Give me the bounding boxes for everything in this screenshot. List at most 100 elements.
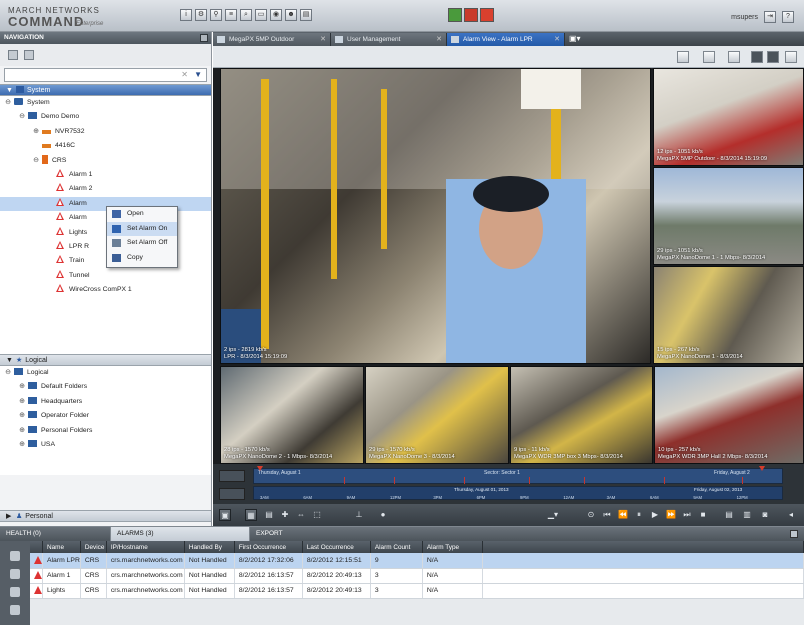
column-header[interactable]: Name xyxy=(42,541,81,553)
logout-icon[interactable]: ⇥ xyxy=(764,11,776,23)
dismiss-icon[interactable] xyxy=(10,587,20,597)
tree-node[interactable]: ⊕ Operator Folder xyxy=(0,409,211,423)
alarm-red-icon[interactable] xyxy=(480,8,494,22)
context-menu-item[interactable]: Set Alarm Off xyxy=(107,236,177,251)
collapse-icon[interactable]: ⊖ xyxy=(4,96,12,110)
timeline-zoom-control[interactable] xyxy=(219,470,245,482)
context-menu-item[interactable]: Open xyxy=(107,207,177,222)
play-icon[interactable]: ▶ xyxy=(649,509,661,521)
fullscreen-icon[interactable] xyxy=(767,51,779,63)
camera-tile[interactable]: 10 ips - 257 kb/s MegaPX WDR 3MP Hall 2 M… xyxy=(654,366,804,464)
edit-icon[interactable] xyxy=(24,50,34,60)
tree-node[interactable]: ⊕ Headquarters xyxy=(0,395,211,409)
expand-icon[interactable]: ⊕ xyxy=(18,438,26,452)
camera-tile[interactable]: 28 ips - 1570 kb/s MegaPX NanoDome 2 - 1 … xyxy=(220,366,364,464)
help-icon[interactable]: ? xyxy=(782,11,794,23)
table-row[interactable]: Alarm 1 CRS crs.marchnetworks.com Not Handl… xyxy=(30,568,804,584)
resize-icon[interactable]: ⬚ xyxy=(311,509,323,521)
column-header[interactable]: Alarm Count xyxy=(370,541,423,553)
search-icon[interactable]: ⌕ xyxy=(240,9,252,21)
audio-icon[interactable]: ⊥ xyxy=(353,509,365,521)
tree-node[interactable]: Alarm 2 xyxy=(0,182,211,196)
handle-icon[interactable] xyxy=(10,569,20,579)
notification-red-icon[interactable] xyxy=(464,8,478,22)
add-tab-button[interactable]: ▣▾ xyxy=(569,34,589,44)
camera-icon[interactable]: ◉ xyxy=(270,9,282,21)
tree-node[interactable]: ⊕ Personal Folders xyxy=(0,424,211,438)
list-icon[interactable]: ≡ xyxy=(225,9,237,21)
tree-node[interactable]: ⊖ Logical xyxy=(0,366,211,380)
collapse-icon[interactable]: ⊖ xyxy=(18,110,26,124)
tab-alarms[interactable]: ALARMS (3) xyxy=(110,527,250,541)
close-icon[interactable]: ✕ xyxy=(554,33,560,46)
tab-export[interactable]: EXPORT xyxy=(250,527,350,541)
tab-health[interactable]: HEALTH (0) xyxy=(0,527,110,541)
tree-node[interactable]: ⊕ Default Folders xyxy=(0,380,211,394)
record-icon[interactable]: ● xyxy=(377,509,389,521)
tree-node[interactable]: Alarm 1 xyxy=(0,168,211,182)
tools-icon[interactable] xyxy=(703,51,715,63)
tree-node[interactable]: WireCross ComPX 1 xyxy=(0,283,211,297)
settings-icon[interactable] xyxy=(785,51,797,63)
expand-icon[interactable]: ⊕ xyxy=(18,424,26,438)
column-header[interactable]: Handled By xyxy=(184,541,235,553)
personal-section-header[interactable]: ▶ ♟ Personal xyxy=(0,510,211,522)
volume-icon[interactable]: ◂ xyxy=(785,509,797,521)
tree-node[interactable]: ⊕ USA xyxy=(0,438,211,452)
context-menu-item[interactable]: Set Alarm On xyxy=(107,221,177,236)
snapshot-icon[interactable]: ▣ xyxy=(219,509,231,521)
pause-icon[interactable]: ⏸ xyxy=(633,509,645,521)
sync-icon[interactable]: ⊙ xyxy=(585,509,597,521)
expand-icon[interactable]: ⊕ xyxy=(18,409,26,423)
layout-icon[interactable] xyxy=(677,51,689,63)
tree-node[interactable]: Tunnel xyxy=(0,269,211,283)
collapse-icon[interactable]: ▼ xyxy=(6,355,16,366)
filter-icon[interactable]: ▼ xyxy=(194,70,202,79)
camera-tile[interactable]: 9 ips - 11 kb/s MegaPX WDR 3MP box 3 Mbps… xyxy=(510,366,653,464)
speed-slider[interactable]: ▁▾ xyxy=(547,509,559,521)
context-menu-item[interactable]: Copy xyxy=(107,251,177,266)
camera-tile-main[interactable]: 2 ips - 2819 kb/s LPR - 8/3/2014 15:19:09 xyxy=(220,68,651,364)
camera-snapshot-icon[interactable]: ◙ xyxy=(759,509,771,521)
expand-icon[interactable]: ⊕ xyxy=(18,380,26,394)
camera-tile[interactable]: 29 ips - 1051 kb/s MegaPX NanoDome 1 - 1 … xyxy=(653,167,804,265)
acknowledge-icon[interactable] xyxy=(10,551,20,561)
column-header[interactable]: Device xyxy=(80,541,107,553)
timeline-end-marker[interactable] xyxy=(759,466,765,471)
expand-icon[interactable]: ▶ xyxy=(6,511,16,522)
logical-section-header[interactable]: ▼ ★ Logical xyxy=(0,354,211,366)
bookmark-icon[interactable]: ▥ xyxy=(741,509,753,521)
expand-icon[interactable]: ⊕ xyxy=(32,125,40,139)
camera-tile[interactable]: 12 ips - 1051 kb/s MegaPX 5MP Outdoor - 8… xyxy=(653,68,804,166)
clear-icon[interactable]: ✕ xyxy=(181,70,188,79)
gear-icon[interactable]: ⚙ xyxy=(195,9,207,21)
export-icon[interactable]: ▤ xyxy=(723,509,735,521)
tree-node[interactable]: ⊕ NVR7532 xyxy=(0,125,211,139)
timeline-range-control[interactable] xyxy=(219,488,245,500)
new-item-icon[interactable] xyxy=(8,50,18,60)
column-header[interactable] xyxy=(30,541,43,553)
panel-close-icon[interactable] xyxy=(790,530,798,538)
camera-tile[interactable]: 29 ips - 1570 kb/s MegaPX NanoDome 3 - 8/… xyxy=(365,366,509,464)
camera-tile[interactable]: 15 ips - 267 kb/s MegaPX NanoDome 1 - 8/3… xyxy=(653,266,804,364)
skip-start-icon[interactable]: ⏮ xyxy=(601,509,613,521)
rewind-icon[interactable]: ⏪ xyxy=(617,509,629,521)
tab-user-management[interactable]: User Management ✕ xyxy=(331,33,447,46)
panel-pin-icon[interactable] xyxy=(200,34,208,42)
refresh-icon[interactable] xyxy=(10,605,20,615)
table-row[interactable]: Lights CRS crs.marchnetworks.com Not Handle… xyxy=(30,583,804,599)
users-icon[interactable]: ☻ xyxy=(285,9,297,21)
fast-forward-icon[interactable]: ⏩ xyxy=(665,509,677,521)
table-row[interactable]: Alarm LPR CRS crs.marchnetworks.com Not Han… xyxy=(30,553,804,569)
tree-node[interactable]: ⊖ CRS xyxy=(0,154,211,168)
collapse-icon[interactable]: ▼ xyxy=(6,85,16,96)
column-header[interactable]: Alarm Type xyxy=(422,541,483,553)
timeline-track[interactable]: Thursday, August 1 Sector: Sector 1 Frid… xyxy=(253,468,783,484)
ptz-icon[interactable]: ⇔ xyxy=(295,509,307,521)
column-header[interactable]: IP/Hostname xyxy=(106,541,185,553)
tree-node[interactable]: ⊖ Demo Demo xyxy=(0,110,211,124)
expand-icon[interactable]: ⊕ xyxy=(18,395,26,409)
tab-alarm-view[interactable]: Alarm View - Alarm LPR ✕ xyxy=(447,33,565,46)
skip-end-icon[interactable]: ⏭ xyxy=(681,509,693,521)
report-icon[interactable]: ▤ xyxy=(300,9,312,21)
